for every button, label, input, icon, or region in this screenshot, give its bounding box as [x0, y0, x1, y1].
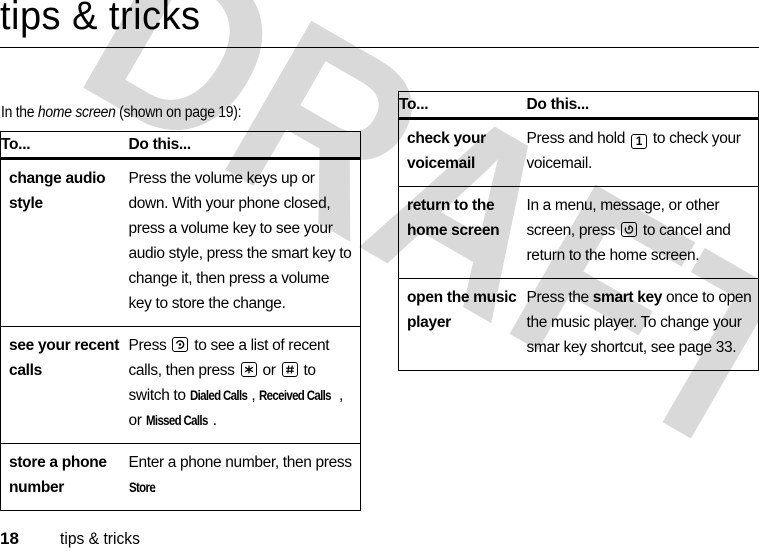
intro-emphasis: home screen [37, 103, 116, 121]
intro-text: In the home screen (shown on page 19): [1, 103, 242, 122]
header-to: To... [398, 91, 527, 120]
text-fragment: Press the [526, 289, 593, 306]
end-key-icon [620, 222, 637, 237]
task-cell: change audio style [0, 158, 129, 327]
menu-term-received-calls: Received Calls [259, 387, 332, 403]
instructions-cell: Press the smart key once to open the mus… [526, 278, 759, 371]
task-cell: check your voicemail [398, 118, 527, 187]
intro-prefix: In the [1, 103, 38, 121]
smart-key-term: smart key [592, 289, 663, 306]
task-cell: store a phone number [0, 443, 129, 511]
page-number: 18 [0, 529, 19, 548]
menu-term-store: Store [128, 479, 156, 495]
text-fragment: . [212, 412, 217, 429]
table-row: change audio style Press the volume keys… [0, 158, 361, 327]
instructions-cell: Press the volume keys up or down. With y… [128, 158, 361, 327]
text-fragment: or [258, 362, 280, 379]
instructions-cell: Press and hold 1 to check your voicemail… [526, 118, 759, 187]
instructions-cell: Press to see a list of recent calls, the… [128, 326, 361, 444]
intro-suffix: (shown on page 19): [115, 103, 242, 121]
instructions-cell: In a menu, message, or other screen, pre… [526, 186, 759, 279]
text-fragment: Press [128, 337, 171, 354]
table-header-row: To... Do this... [0, 131, 361, 160]
task-cell: return to the home screen [398, 186, 527, 279]
more-tips-table: To... Do this... check your voicemail Pr… [398, 91, 759, 371]
table-row: store a phone number Enter a phone numbe… [0, 443, 361, 511]
star-key-icon [240, 362, 257, 377]
text-fragment: Press and hold [526, 130, 629, 147]
header-do-this: Do this... [526, 91, 759, 120]
menu-term-missed-calls: Missed Calls [145, 412, 208, 428]
send-key-icon [172, 337, 189, 352]
header-to: To... [0, 131, 129, 160]
title-divider [0, 47, 759, 48]
table-row: check your voicemail Press and hold 1 to… [398, 118, 759, 187]
task-cell: see your recent calls [0, 326, 129, 444]
pound-key-icon [281, 362, 298, 377]
instructions-cell: Enter a phone number, then press Store. [128, 443, 361, 511]
text-fragment: Enter a phone number, then press [128, 454, 353, 471]
menu-term-dialed-calls: Dialed Calls [189, 387, 248, 403]
table-row: see your recent calls Press to see a lis… [0, 326, 361, 444]
page-title: tips & tricks [0, 0, 201, 38]
table-row: return to the home screen In a menu, mes… [398, 186, 759, 279]
footer-section-title: tips & tricks [60, 529, 140, 548]
table-header-row: To... Do this... [398, 91, 759, 120]
header-do-this: Do this... [128, 131, 361, 160]
task-cell: open the music player [398, 278, 527, 371]
home-screen-tips-table: To... Do this... change audio style Pres… [0, 131, 361, 511]
table-row: open the music player Press the smart ke… [398, 278, 759, 371]
one-key-icon: 1 [630, 134, 647, 149]
